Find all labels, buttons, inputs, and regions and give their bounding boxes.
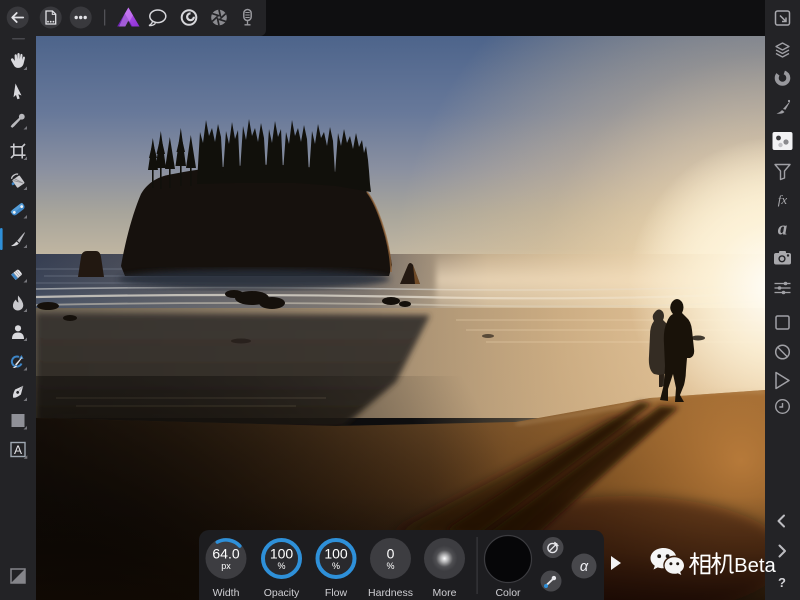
svg-text:Flow: Flow	[325, 587, 348, 599]
svg-text:100: 100	[270, 546, 294, 562]
svg-text:α: α	[580, 559, 589, 575]
svg-text:100: 100	[324, 546, 348, 562]
svg-text:%: %	[386, 561, 394, 571]
svg-text:fx: fx	[778, 192, 788, 207]
svg-text:Opacity: Opacity	[264, 587, 300, 599]
svg-text:px: px	[221, 561, 231, 571]
svg-text:%: %	[332, 561, 340, 571]
svg-text:A: A	[14, 443, 22, 457]
svg-text:a: a	[778, 219, 788, 240]
svg-text:Width: Width	[213, 587, 240, 599]
svg-text:Beta: Beta	[734, 555, 776, 577]
svg-text:Hardness: Hardness	[368, 587, 413, 599]
svg-text:64.0: 64.0	[212, 546, 239, 562]
svg-text:Color: Color	[495, 587, 521, 599]
svg-text:0: 0	[387, 546, 395, 562]
svg-text:More: More	[433, 587, 457, 599]
svg-text:%: %	[277, 561, 285, 571]
